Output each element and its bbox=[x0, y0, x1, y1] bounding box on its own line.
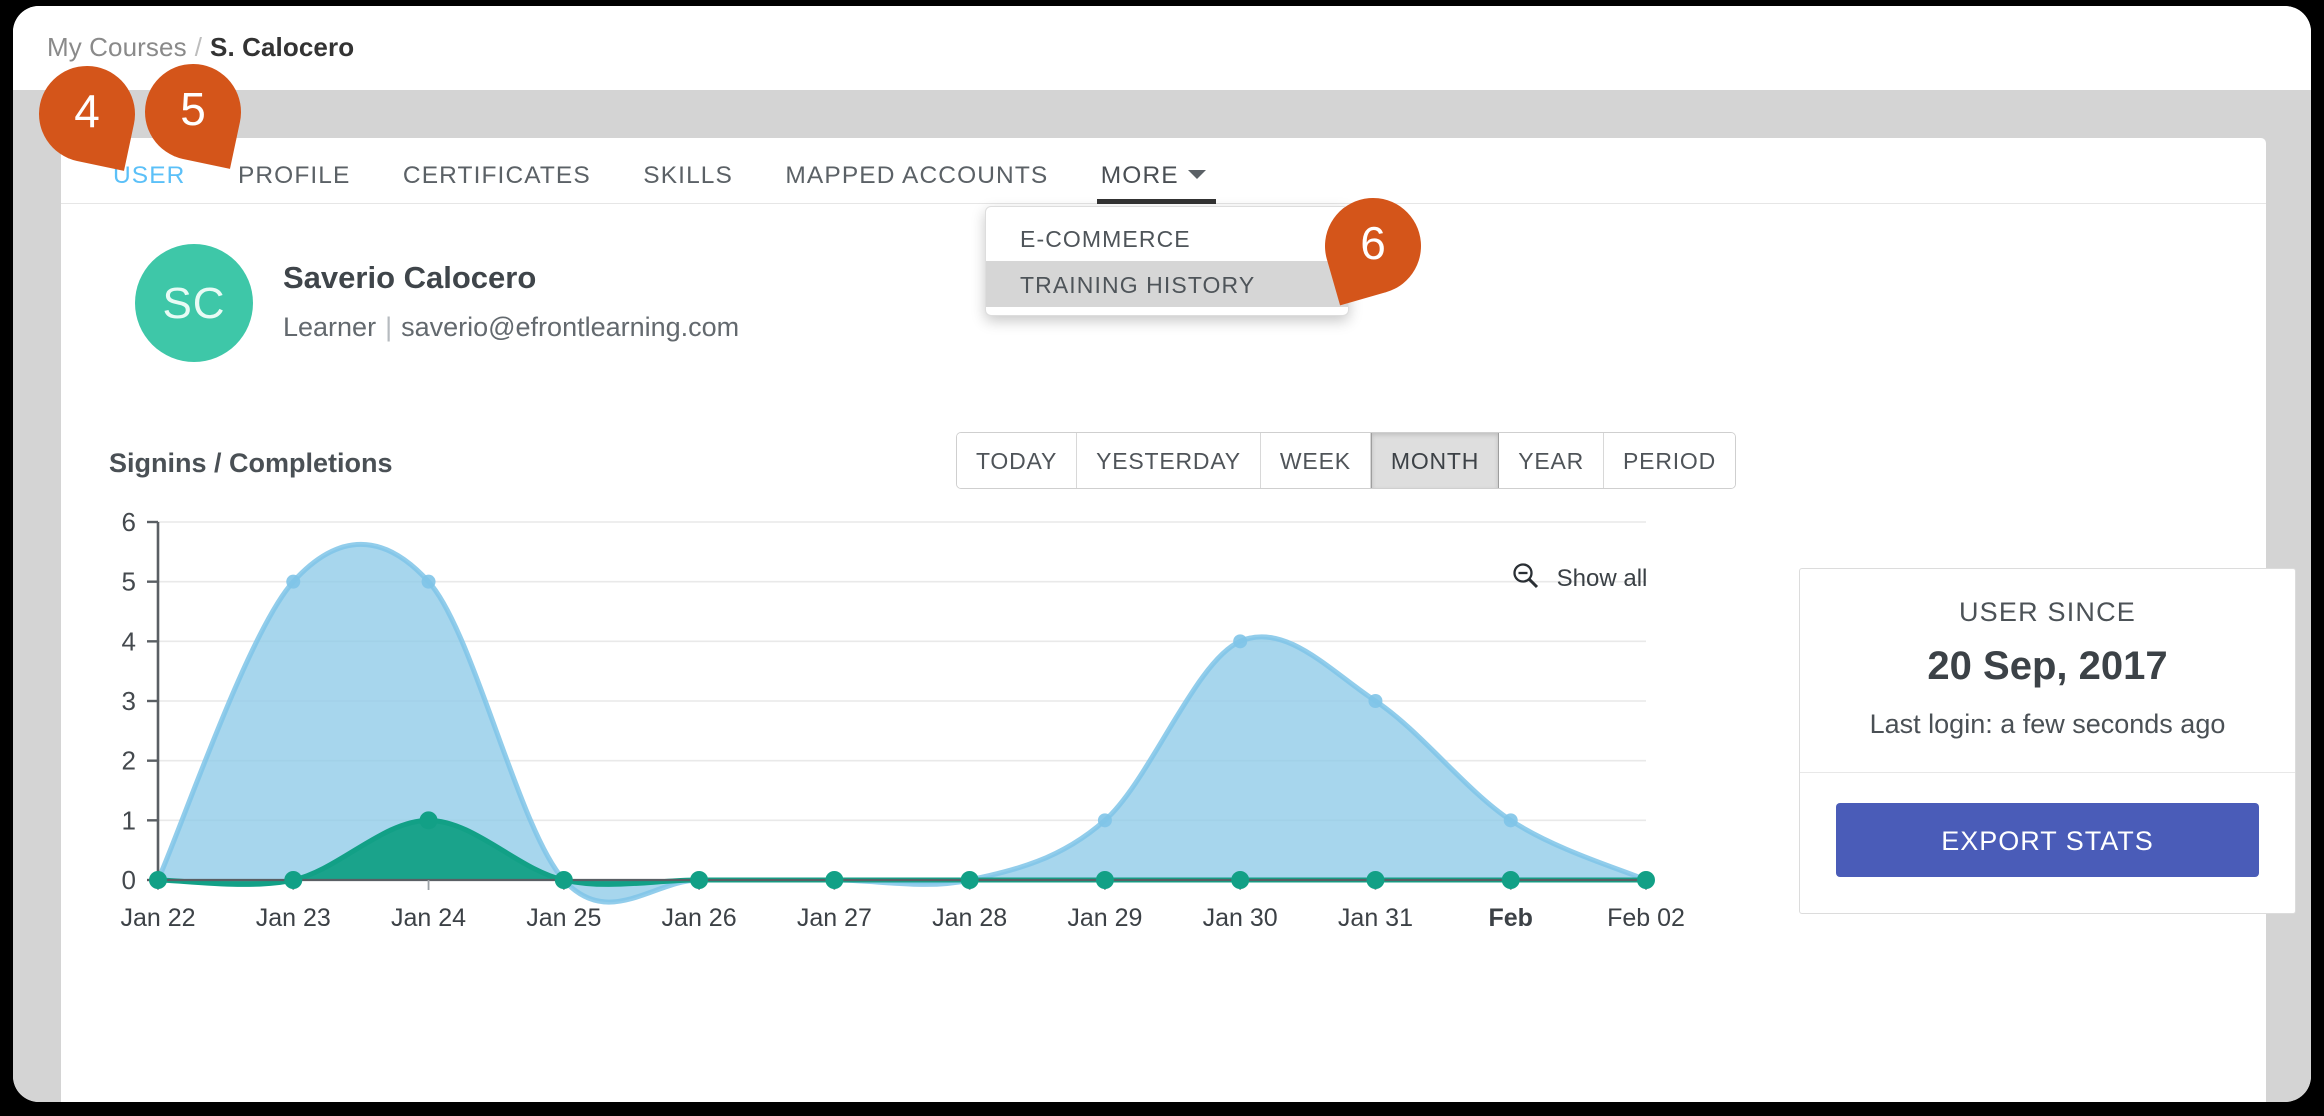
svg-text:Jan 27: Jan 27 bbox=[797, 904, 872, 932]
dropdown-item-e-commerce[interactable]: E-COMMERCE bbox=[986, 215, 1348, 261]
svg-text:6: 6 bbox=[122, 510, 136, 537]
svg-text:Feb 02: Feb 02 bbox=[1607, 904, 1685, 932]
chart-canvas: 0123456 Jan 22 Jan 23 Jan 24 Jan 25 Jan 26 Ja… bbox=[120, 510, 1684, 932]
tab-certificates-label: CERTIFICATES bbox=[402, 162, 591, 189]
user-since-date: 20 Sep, 2017 bbox=[1927, 644, 2168, 688]
period-selector: TODAY YESTERDAY WEEK MONTH YEAR PERIOD bbox=[956, 432, 1737, 489]
svg-text:Jan 28: Jan 28 bbox=[932, 904, 1007, 932]
user-role: Learner bbox=[283, 312, 377, 342]
period-year[interactable]: YEAR bbox=[1499, 433, 1605, 488]
svg-text:Jan 30: Jan 30 bbox=[1203, 904, 1278, 932]
svg-text:2: 2 bbox=[122, 746, 136, 776]
tab-skills[interactable]: SKILLS bbox=[619, 138, 757, 204]
user-email: saverio@efrontlearning.com bbox=[401, 312, 740, 342]
show-all-label: Show all bbox=[1556, 565, 1648, 592]
period-today[interactable]: TODAY bbox=[957, 433, 1078, 488]
svg-text:Jan 29: Jan 29 bbox=[1067, 904, 1142, 932]
svg-text:Jan 25: Jan 25 bbox=[526, 904, 601, 932]
signins-completions-chart: 0123456 Jan 22 Jan 23 Jan 24 Jan 25 Jan 26 Ja… bbox=[101, 510, 1756, 980]
tab-profile-label: PROFILE bbox=[237, 162, 351, 189]
svg-text:Jan 22: Jan 22 bbox=[120, 904, 195, 932]
user-since-card: USER SINCE 20 Sep, 2017 Last login: a fe… bbox=[1799, 568, 2296, 914]
dropdown-item-training-history[interactable]: TRAINING HISTORY bbox=[986, 261, 1348, 307]
svg-text:0: 0 bbox=[122, 865, 136, 895]
svg-text:Jan 23: Jan 23 bbox=[256, 904, 331, 932]
user-since-card-body: USER SINCE 20 Sep, 2017 Last login: a fe… bbox=[1800, 569, 2295, 772]
breadcrumb: My Courses / S. Calocero bbox=[47, 32, 354, 63]
chart-series-areas bbox=[155, 541, 1649, 905]
svg-text:Jan 26: Jan 26 bbox=[662, 904, 737, 932]
period-month[interactable]: MONTH bbox=[1370, 433, 1500, 488]
show-all-control[interactable]: Show all bbox=[1511, 556, 1647, 593]
user-meta: Learner | saverio@efrontlearning.com bbox=[283, 312, 739, 343]
svg-text:Feb: Feb bbox=[1489, 904, 1533, 932]
svg-text:Jan 24: Jan 24 bbox=[391, 904, 466, 932]
user-meta-separator: | bbox=[385, 312, 393, 342]
page-header: My Courses / S. Calocero bbox=[13, 6, 2311, 90]
callout-number: 4 bbox=[74, 85, 100, 137]
tab-certificates[interactable]: CERTIFICATES bbox=[379, 138, 615, 204]
breadcrumb-current: S. Calocero bbox=[210, 32, 355, 62]
svg-text:4: 4 bbox=[122, 626, 136, 656]
avatar-initials: SC bbox=[162, 279, 226, 328]
user-since-heading: USER SINCE bbox=[1958, 597, 2137, 627]
callout-number: 6 bbox=[1360, 217, 1386, 269]
period-yesterday[interactable]: YESTERDAY bbox=[1077, 433, 1261, 488]
chart-x-tick-labels: Jan 22 Jan 23 Jan 24 Jan 25 Jan 26 Jan 27 Jan … bbox=[120, 904, 1684, 932]
export-stats-button[interactable]: EXPORT STATS bbox=[1836, 803, 2259, 877]
application-page: My Courses / S. Calocero USER PROFILE CERT… bbox=[13, 6, 2311, 1102]
period-period[interactable]: PERIOD bbox=[1604, 433, 1736, 488]
tab-mapped-accounts[interactable]: MAPPED ACCOUNTS bbox=[761, 138, 1072, 204]
callout-marker-5: 5 bbox=[136, 55, 250, 169]
callout-number: 5 bbox=[180, 83, 206, 135]
svg-text:5: 5 bbox=[122, 567, 136, 597]
user-since-card-footer: EXPORT STATS bbox=[1800, 773, 2295, 913]
zoom-out-icon bbox=[1513, 563, 1539, 589]
tab-bar: USER PROFILE CERTIFICATES SKILLS MAPPED … bbox=[61, 138, 2266, 204]
svg-text:1: 1 bbox=[122, 805, 136, 835]
chevron-down-icon bbox=[1187, 170, 1206, 180]
callout-marker-4: 4 bbox=[30, 57, 144, 171]
callout-marker-6: 6 bbox=[1313, 186, 1433, 306]
tab-more[interactable]: MORE bbox=[1077, 138, 1230, 204]
tab-mapped-accounts-label: MAPPED ACCOUNTS bbox=[785, 162, 1049, 189]
svg-text:Jan 31: Jan 31 bbox=[1338, 904, 1413, 932]
last-login-text: Last login: a few seconds ago bbox=[1869, 709, 2226, 739]
tab-skills-label: SKILLS bbox=[643, 162, 733, 189]
avatar: SC bbox=[135, 244, 253, 362]
user-name: Saverio Calocero bbox=[283, 260, 537, 295]
period-week[interactable]: WEEK bbox=[1260, 433, 1371, 488]
screenshot-frame: My Courses / S. Calocero USER PROFILE CERT… bbox=[0, 0, 2324, 1116]
more-dropdown-menu: E-COMMERCE TRAINING HISTORY bbox=[985, 206, 1349, 316]
tab-more-label: MORE bbox=[1100, 162, 1179, 189]
chart-y-tick-labels: 0 1 2 3 4 5 6 bbox=[122, 510, 136, 895]
svg-text:3: 3 bbox=[122, 686, 136, 716]
breadcrumb-separator: / bbox=[194, 32, 203, 62]
stats-section-title: Signins / Completions bbox=[109, 448, 393, 478]
